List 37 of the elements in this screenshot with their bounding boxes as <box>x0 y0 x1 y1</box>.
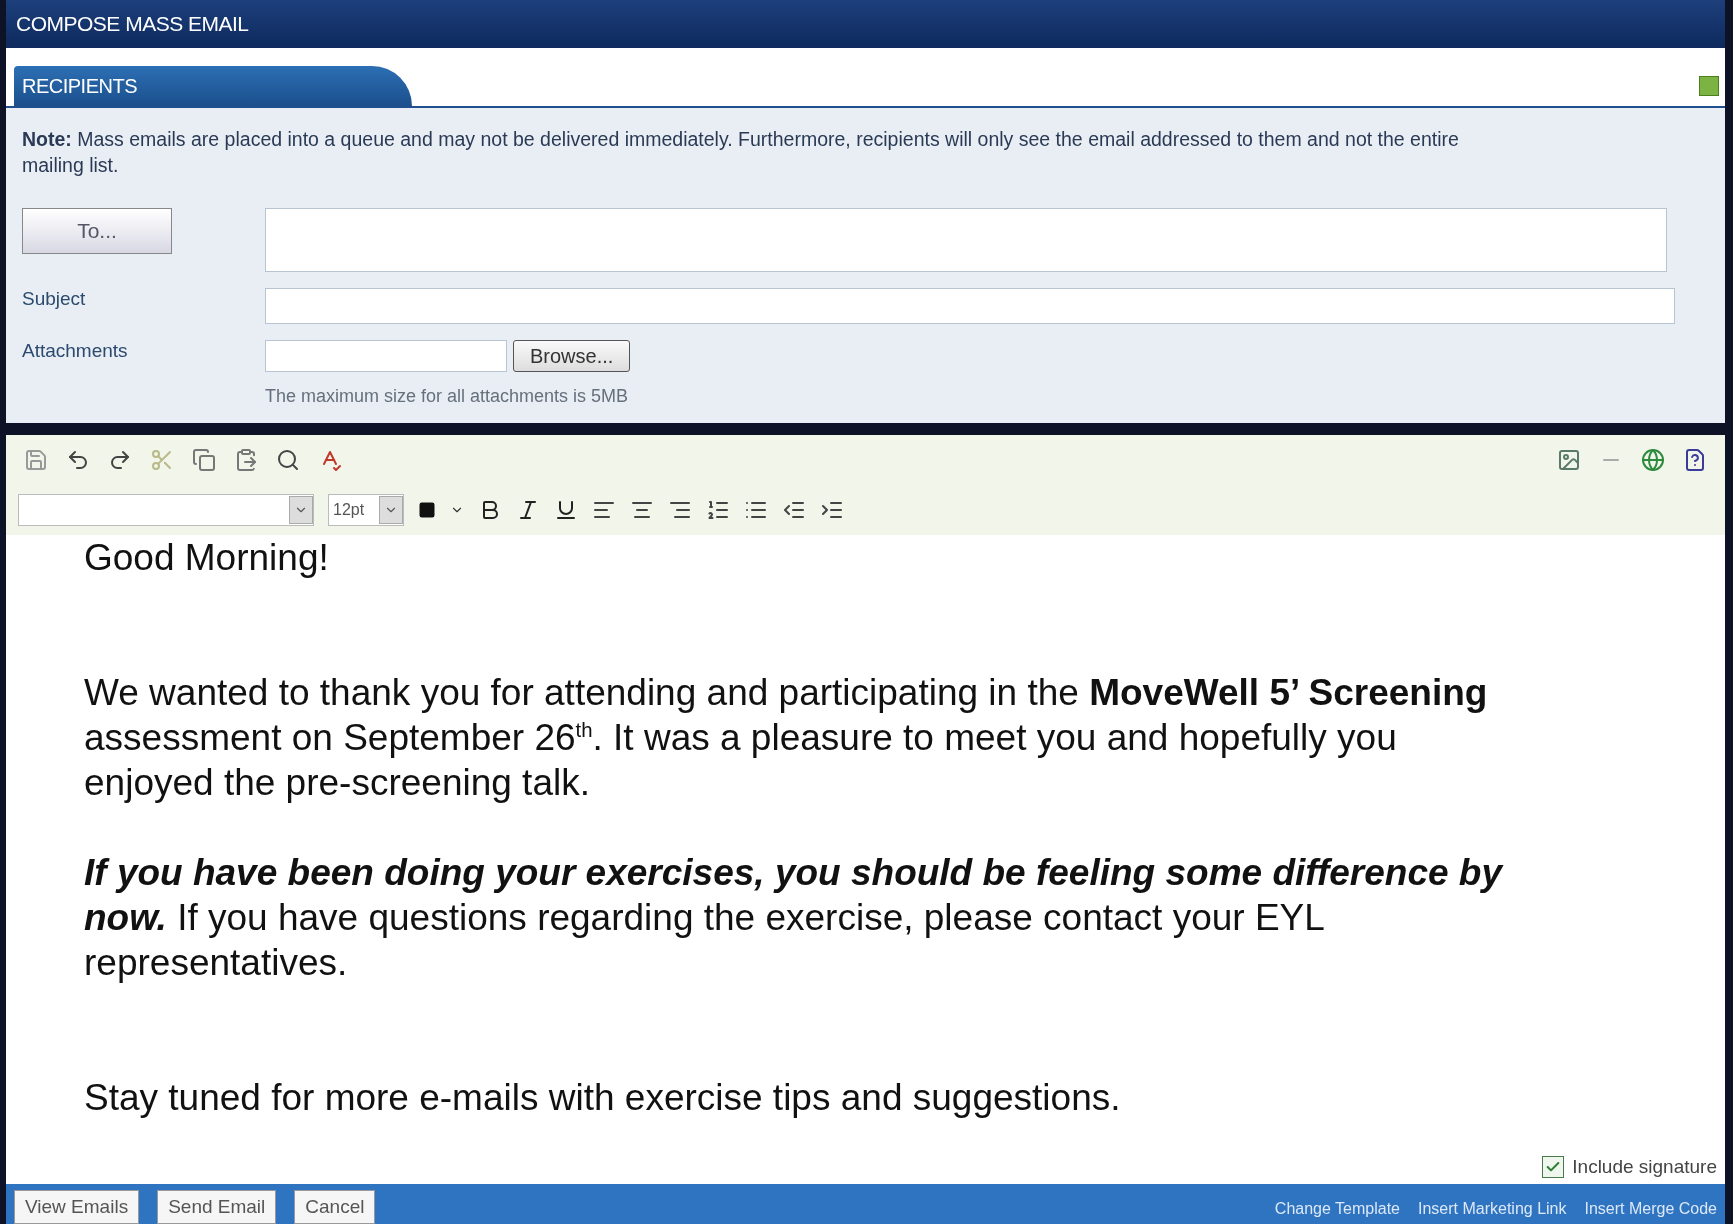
copy-icon[interactable] <box>192 448 216 472</box>
attachment-field[interactable] <box>265 340 507 372</box>
font-size-select[interactable]: 12pt <box>328 494 404 526</box>
undo-icon[interactable] <box>66 448 90 472</box>
signature-checkbox[interactable] <box>1542 1156 1565 1178</box>
footer-button[interactable]: Cancel <box>294 1190 376 1224</box>
footer-link[interactable]: Insert Marketing Link <box>1417 1200 1567 1224</box>
checkbox-label: Include signature <box>1572 1156 1717 1178</box>
email-paragraph: We wanted to thank you for attending and participating in the MoveWell 5’ Screening assessment on September 26$^{th}$. It was a pleasure to meet you and hopefully you enjoyed the pre-screening talk. <box>84 671 1489 805</box>
to-field[interactable] <box>265 208 1667 272</box>
footer-button[interactable]: View Emails <box>14 1190 140 1224</box>
text-color-icon[interactable] <box>418 501 436 519</box>
numbered-list-icon[interactable] <box>706 498 730 522</box>
section-tab[interactable]: RECIPIENTS <box>14 66 412 106</box>
browse-button[interactable]: Browse... <box>513 340 631 372</box>
paste-icon[interactable] <box>234 448 258 472</box>
email-paragraph: If you have been doing your exercises, you should be feeling some difference by now. If you have questions regarding the exercise, please contact your EYL representatives. <box>84 851 1505 985</box>
email-body[interactable] <box>6 535 1725 1152</box>
window-title: COMPOSE MASS EMAIL <box>16 12 249 36</box>
footer-link[interactable]: Insert Merge Code <box>1584 1200 1717 1224</box>
subject-field[interactable] <box>265 288 1675 324</box>
image-icon[interactable] <box>1557 448 1581 472</box>
help-document-icon[interactable] <box>1683 448 1707 472</box>
save-icon[interactable] <box>24 448 48 472</box>
attachment-hint: The maximum size for all attachments is 5MB <box>265 386 630 407</box>
field-label: Attachments <box>22 340 128 361</box>
email-paragraph: Stay tuned for more e-mails with exercise tips and suggestions. <box>84 1076 1122 1120</box>
redo-icon[interactable] <box>108 448 132 472</box>
email-paragraph: Good Morning! <box>84 536 330 580</box>
globe-icon[interactable] <box>1641 448 1665 472</box>
footer-link[interactable]: Change Template <box>1274 1200 1400 1224</box>
search-icon[interactable] <box>276 448 300 472</box>
note-text: Note: Mass emails are placed into a queue and may not be delivered immediately. Furthermore, recipients will only see the email addressed to them and not the entire mailing list. <box>22 127 1460 178</box>
to-button[interactable]: To... <box>22 208 172 254</box>
underline-icon[interactable] <box>554 498 578 522</box>
field-label: Subject <box>22 288 86 309</box>
footer-button[interactable]: Send Email <box>157 1190 277 1224</box>
